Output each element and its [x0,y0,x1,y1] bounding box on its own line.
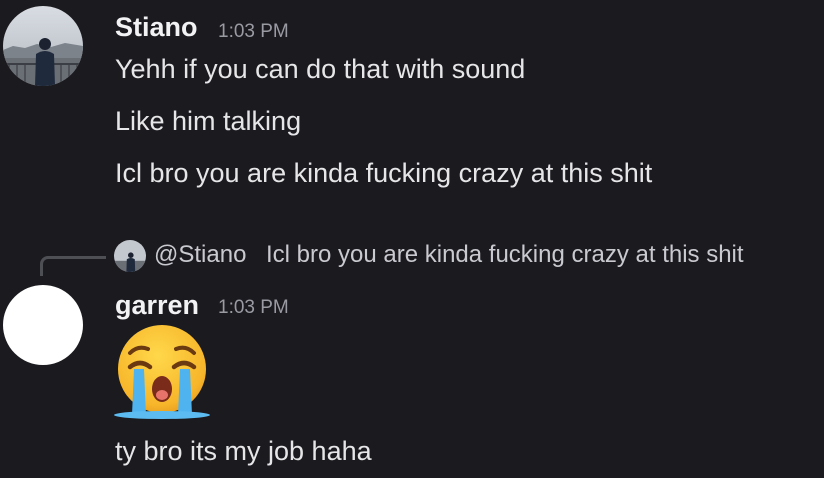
message-line: Icl bro you are kinda fucking crazy at t… [115,158,653,188]
reply-avatar-stiano[interactable] [114,240,146,272]
avatar-garren[interactable] [3,285,83,365]
message-line: Like him talking [115,106,302,136]
reply-avatar-image [114,240,146,272]
message-line: Yehh if you can do that with sound [115,54,526,84]
avatar-stiano[interactable] [3,6,83,86]
username-garren[interactable]: garren [115,292,199,319]
loudly-crying-face-icon [112,323,212,419]
chat-view: Stiano 1:03 PM Yehh if you can do that w… [0,0,824,478]
timestamp: 1:03 PM [218,297,289,318]
reply-mention[interactable]: @Stiano [154,243,246,267]
reply-preview-text[interactable]: Icl bro you are kinda fucking crazy at t… [266,243,744,267]
reply-connector [40,256,106,276]
message-line: ty bro its my job haha [115,436,372,466]
timestamp: 1:03 PM [218,21,289,42]
avatar-stiano-image [3,6,83,86]
username-stiano[interactable]: Stiano [115,14,198,41]
